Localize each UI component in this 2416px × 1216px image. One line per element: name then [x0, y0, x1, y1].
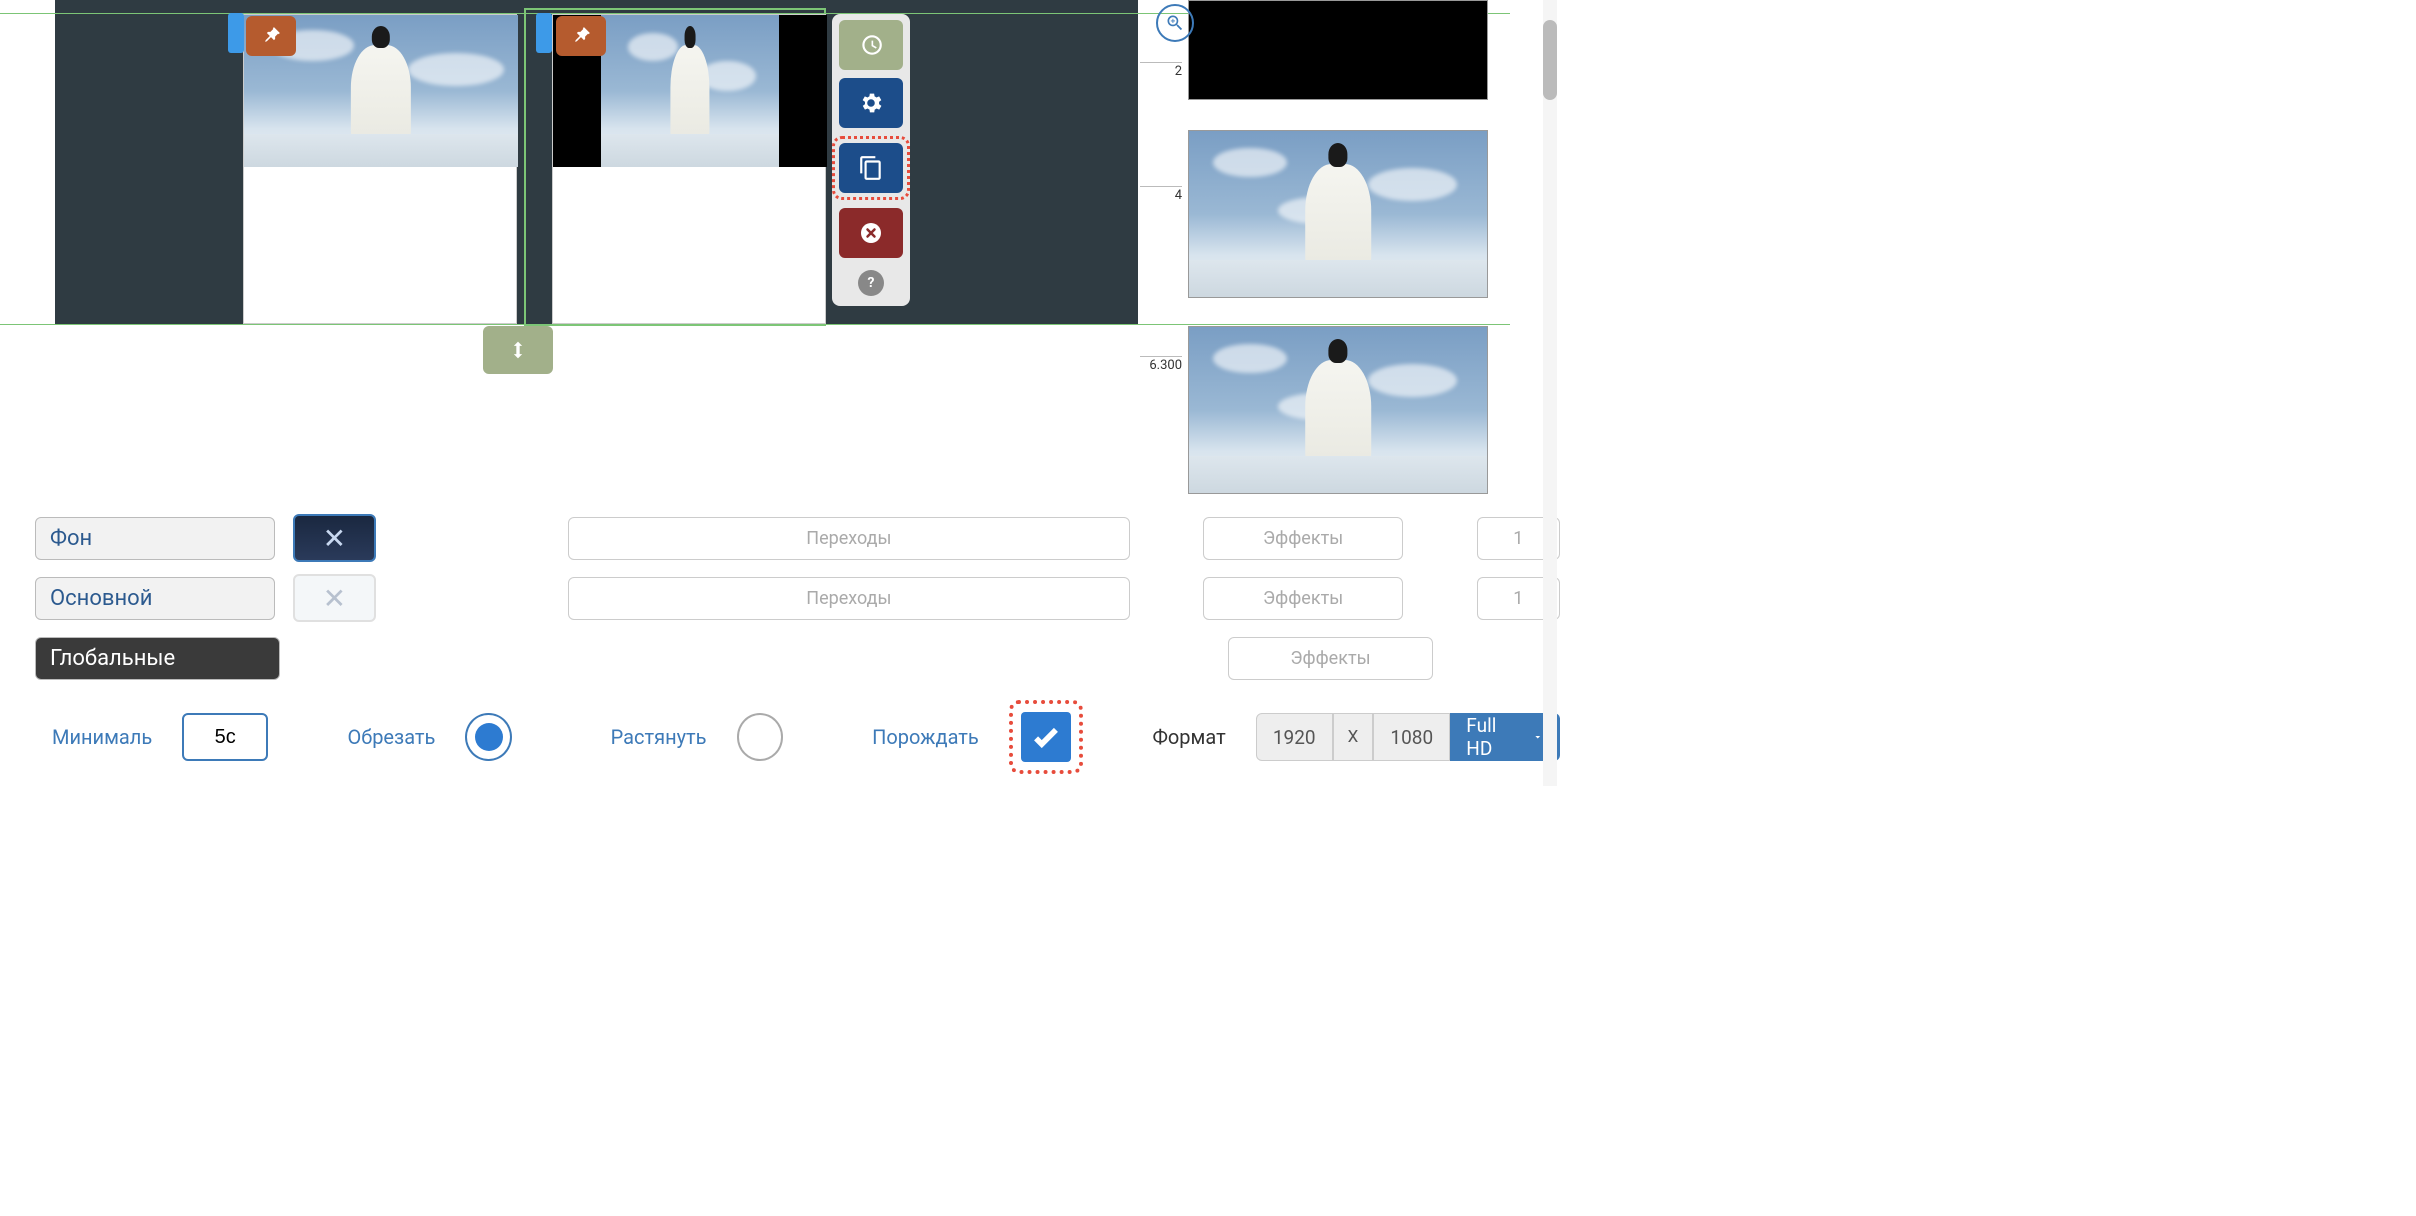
- history-button[interactable]: [839, 20, 903, 70]
- slide-toolbar: ?: [832, 14, 910, 306]
- height-input[interactable]: 1080: [1373, 713, 1450, 761]
- layer-main-button[interactable]: Основной: [35, 577, 275, 620]
- slide-2[interactable]: [552, 14, 826, 324]
- layer-global-button[interactable]: Глобальные: [35, 637, 280, 680]
- dimension-separator: X: [1333, 713, 1373, 761]
- layers-panel: Фон ✕ Переходы Эффекты 1 Основной ✕ Пере…: [0, 510, 1560, 686]
- footer-bar: Минималь Обрезать Растянуть Порождать Фо…: [0, 700, 1560, 774]
- preview-black[interactable]: [1188, 0, 1488, 100]
- preview-frame-2[interactable]: [1188, 326, 1488, 494]
- spawn-label: Порождать: [872, 725, 979, 749]
- pin-button-1[interactable]: [246, 16, 296, 56]
- spawn-highlight: [1009, 700, 1083, 774]
- transitions-button-2[interactable]: Переходы: [568, 577, 1130, 620]
- format-label: Формат: [1152, 725, 1225, 749]
- effects-button-1[interactable]: Эффекты: [1203, 517, 1404, 560]
- slide-1-handle-left[interactable]: [228, 13, 244, 53]
- resize-handle[interactable]: [483, 326, 553, 374]
- ruler-mark-6300: 6.300: [1140, 356, 1182, 373]
- spawn-checkbox[interactable]: [1021, 712, 1071, 762]
- slide-2-handle-left[interactable]: [536, 13, 552, 53]
- settings-button[interactable]: [839, 78, 903, 128]
- layer-background-button[interactable]: Фон: [35, 517, 275, 560]
- scrollbar-track[interactable]: [1543, 0, 1557, 786]
- timeline-canvas[interactable]: ?: [0, 0, 1140, 500]
- stretch-radio[interactable]: [737, 713, 784, 761]
- transitions-button-1[interactable]: Переходы: [568, 517, 1130, 560]
- ruler-mark-2: 2: [1140, 62, 1182, 79]
- format-preset-label: Full HD: [1466, 714, 1524, 760]
- layer-main-thumb[interactable]: ✕: [293, 574, 376, 622]
- delete-button[interactable]: [839, 208, 903, 258]
- pin-button-2[interactable]: [556, 16, 606, 56]
- slide-2-letterbox-right: [779, 15, 827, 167]
- crop-radio[interactable]: [465, 713, 512, 761]
- preview-frame-1[interactable]: [1188, 130, 1488, 298]
- copy-button[interactable]: [839, 143, 903, 193]
- scrollbar-thumb[interactable]: [1543, 20, 1557, 100]
- crop-label: Обрезать: [348, 725, 436, 749]
- minimal-label: Минималь: [52, 725, 152, 749]
- help-button[interactable]: ?: [858, 270, 884, 296]
- width-input[interactable]: 1920: [1256, 713, 1333, 761]
- effects-button-2[interactable]: Эффекты: [1203, 577, 1404, 620]
- layer-background-thumb[interactable]: ✕: [293, 514, 376, 562]
- effects-button-3[interactable]: Эффекты: [1228, 637, 1433, 680]
- ruler-mark-4: 4: [1140, 186, 1182, 203]
- slide-1[interactable]: [243, 14, 517, 324]
- duration-input[interactable]: [182, 713, 268, 761]
- stretch-label: Растянуть: [611, 725, 707, 749]
- copy-highlight: [832, 136, 910, 200]
- zoom-button[interactable]: [1156, 4, 1194, 42]
- slide-2-image: [601, 15, 779, 167]
